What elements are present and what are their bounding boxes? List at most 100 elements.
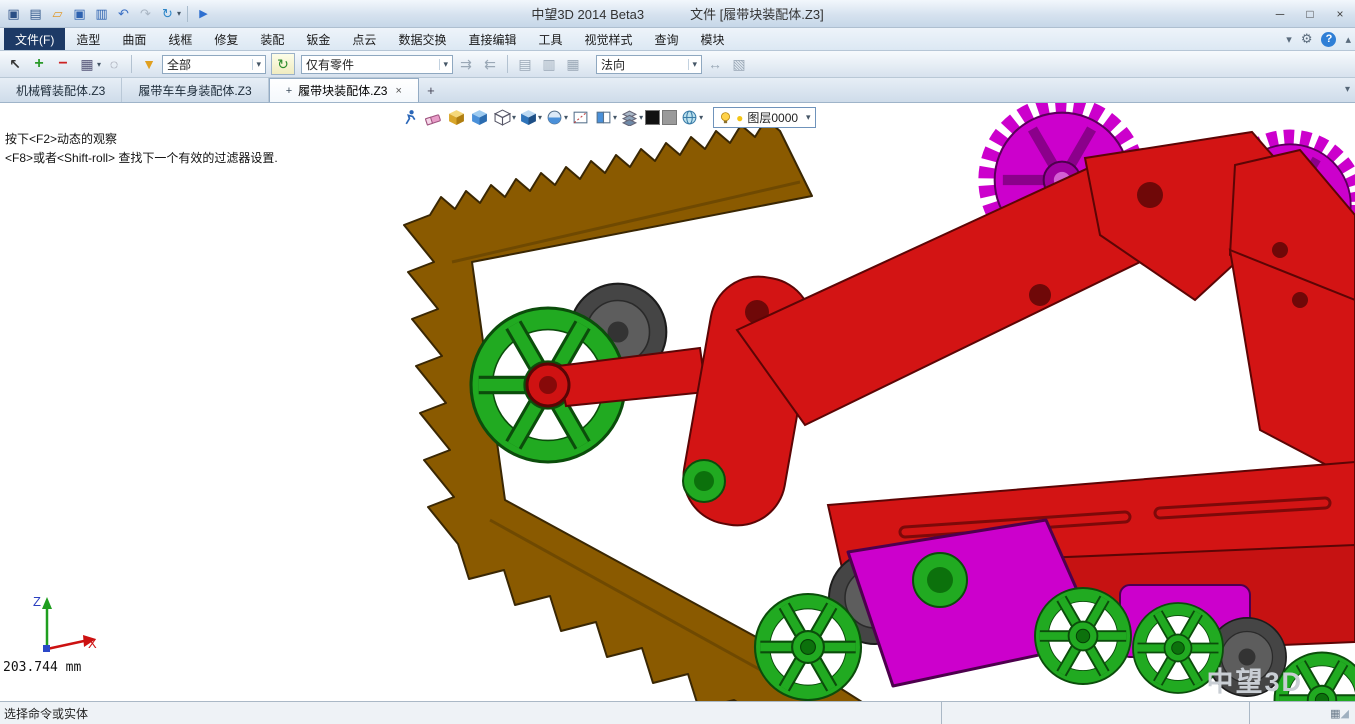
x-axis-label: X [88, 636, 97, 651]
menu-visualstyle[interactable]: 视觉样式 [573, 28, 643, 50]
refresh-filter-button[interactable]: ↻ [271, 53, 295, 75]
menu-modules[interactable]: 模块 [690, 28, 736, 50]
save-icon[interactable]: ▣ [70, 4, 89, 23]
resize-grip-icon[interactable]: ◢ [1341, 707, 1351, 720]
status-grid-icon[interactable]: ▦ [1330, 707, 1340, 720]
cube-shaded-icon[interactable] [518, 107, 539, 128]
minimize-button[interactable]: ─ [1265, 3, 1295, 25]
normal-combo-arrow-icon[interactable]: ▾ [688, 59, 697, 70]
play-icon[interactable]: ▶ [194, 4, 213, 23]
animate-icon[interactable] [400, 107, 421, 128]
arm-hole-2 [1272, 242, 1288, 258]
part-doc-icon: + [286, 85, 292, 97]
add-selection-icon[interactable]: + [28, 53, 50, 75]
normal-combobox[interactable]: 法向 ▾ [596, 55, 702, 74]
new-file-icon[interactable]: ▤ [26, 4, 45, 23]
gray-swatch[interactable] [662, 110, 677, 125]
sync-dropdown-icon[interactable]: ▾ [177, 9, 181, 18]
shaded-dropdown-icon[interactable]: ▾ [538, 113, 542, 122]
road-wheel-1[interactable] [755, 594, 861, 700]
menu-sheetmetal[interactable]: 钣金 [295, 28, 341, 50]
undo-icon[interactable]: ↶ [114, 4, 133, 23]
tab-arm-assembly[interactable]: 机械臂装配体.Z3 [0, 78, 122, 102]
half-section-dropdown-icon[interactable]: ▾ [613, 113, 617, 122]
redo-icon[interactable]: ↷ [136, 4, 155, 23]
layers-icon[interactable] [619, 107, 640, 128]
tab-close-icon[interactable]: × [395, 85, 401, 97]
pick-level-combobox[interactable]: 仅有零件 ▾ [301, 55, 453, 74]
cross-tool-icon[interactable]: ▧ [728, 53, 750, 75]
pick-level-combo-arrow-icon[interactable]: ▾ [439, 59, 448, 70]
section-circle-icon[interactable] [544, 107, 565, 128]
open-file-icon[interactable]: ▱ [48, 4, 67, 23]
menu-wireframe[interactable]: 线框 [157, 28, 203, 50]
road-wheel-2[interactable] [1035, 588, 1131, 684]
close-button[interactable]: × [1325, 3, 1355, 25]
menu-tools[interactable]: 工具 [527, 28, 573, 50]
tab-overflow-icon[interactable]: ▾ [1345, 84, 1350, 95]
menu-inquire[interactable]: 查询 [644, 28, 690, 50]
lasso-pick-icon[interactable]: ◌ [103, 53, 125, 75]
window-controls: ─ □ × [1265, 3, 1355, 25]
menu-surface[interactable]: 曲面 [111, 28, 157, 50]
list-mode-c-icon[interactable]: ▦ [562, 53, 584, 75]
menu-assembly[interactable]: 装配 [249, 28, 295, 50]
layers-dropdown-icon[interactable]: ▾ [639, 113, 643, 122]
cube-wireframe-icon[interactable] [492, 107, 513, 128]
save-all-icon[interactable]: ▥ [92, 4, 111, 23]
tab-label: 机械臂装配体.Z3 [16, 82, 105, 99]
status-panel-1 [941, 702, 1249, 724]
hint-text: 按下<F2>动态的观察 <F8>或者<Shift-roll> 查找下一个有效的过… [5, 130, 278, 168]
layer-dropdown-icon[interactable]: ▾ [806, 112, 811, 123]
toolbar-separator [131, 55, 132, 73]
document-title: 文件 [履带块装配体.Z3] [690, 4, 824, 23]
sync-icon[interactable]: ↻ [158, 4, 177, 23]
menu-file[interactable]: 文件(F) [4, 28, 65, 50]
tab-track-block-assembly[interactable]: + 履带块装配体.Z3 × [269, 78, 419, 102]
pin-ribbon-icon[interactable]: ▴ [1345, 33, 1351, 46]
filter-combobox[interactable]: 全部 ▾ [162, 55, 266, 74]
filter-icon[interactable]: ▼ [138, 53, 160, 75]
layer-name: 图层0000 [747, 109, 798, 126]
ribbon-expand-icon[interactable]: ▾ [1286, 33, 1292, 46]
eraser-icon[interactable] [423, 107, 444, 128]
grid-pick-icon[interactable]: ▦ [76, 53, 98, 75]
pick-arrow-icon[interactable]: ↖ [4, 53, 26, 75]
transfer-left-icon[interactable]: ⇇ [479, 53, 501, 75]
diagonal-tool-icon[interactable]: ↔ [704, 53, 726, 75]
maximize-button[interactable]: □ [1295, 3, 1325, 25]
menu-repair[interactable]: 修复 [203, 28, 249, 50]
menu-pointcloud[interactable]: 点云 [341, 28, 387, 50]
new-tab-button[interactable]: + [419, 78, 443, 102]
grid-pick-dropdown-icon[interactable]: ▾ [97, 60, 101, 69]
layer-combobox[interactable]: ● 图层0000 ▾ [713, 107, 815, 128]
view-toolbar: ▾ ▾ ▾ ▾ ▾ ▾ [400, 105, 816, 130]
transfer-right-icon[interactable]: ⇉ [455, 53, 477, 75]
menu-dataexchange[interactable]: 数据交换 [387, 28, 457, 50]
menu-shape[interactable]: 造型 [65, 28, 111, 50]
qat-separator [187, 6, 188, 22]
half-section-icon[interactable] [593, 107, 614, 128]
section-box-icon[interactable] [570, 107, 591, 128]
globe-icon[interactable] [679, 107, 700, 128]
tab-body-assembly[interactable]: 履带车车身装配体.Z3 [122, 78, 268, 102]
measurement-readout: 203.744 mm [3, 660, 81, 675]
hint-line-2: <F8>或者<Shift-roll> 查找下一个有效的过滤器设置. [5, 149, 278, 168]
layer-color-dot: ● [736, 111, 743, 125]
remove-selection-icon[interactable]: − [52, 53, 74, 75]
settings-gear-icon[interactable]: ⚙ [1301, 31, 1313, 47]
wireframe-dropdown-icon[interactable]: ▾ [512, 113, 516, 122]
help-icon[interactable]: ? [1321, 32, 1336, 47]
section-dropdown-icon[interactable]: ▾ [564, 113, 568, 122]
globe-dropdown-icon[interactable]: ▾ [699, 113, 703, 122]
list-mode-a-icon[interactable]: ▤ [514, 53, 536, 75]
viewport[interactable]: Z X 按下<F2>动态的观察 <F8>或者<Shift-roll> 查找下一个… [0, 103, 1355, 701]
black-swatch[interactable] [645, 110, 660, 125]
menu-directedit[interactable]: 直接编辑 [457, 28, 527, 50]
list-mode-b-icon[interactable]: ▥ [538, 53, 560, 75]
cube-blue-icon[interactable] [469, 107, 490, 128]
scene-3d[interactable]: Z X [0, 103, 1355, 701]
cube-yellow-icon[interactable] [446, 107, 467, 128]
bulb-icon[interactable] [718, 111, 732, 125]
filter-combo-arrow-icon[interactable]: ▾ [252, 59, 261, 70]
